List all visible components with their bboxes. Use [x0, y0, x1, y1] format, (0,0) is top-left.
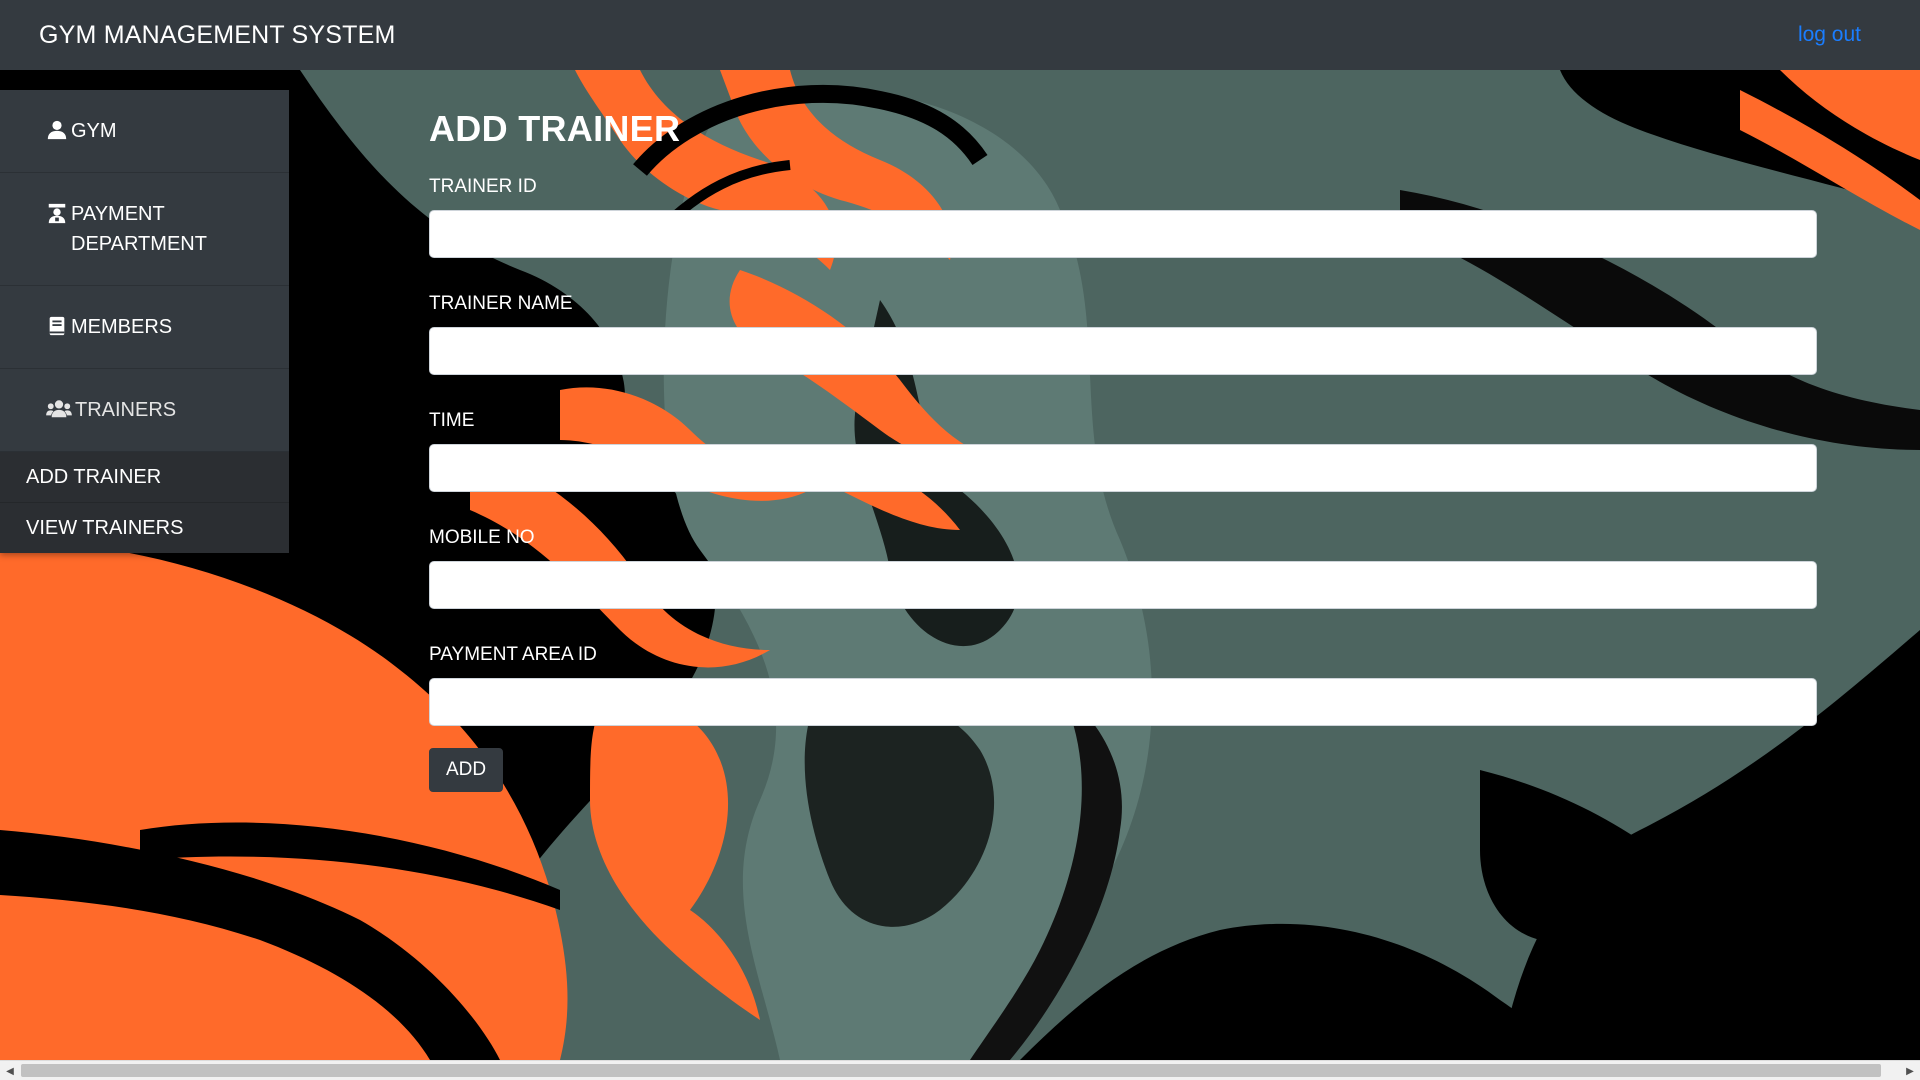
sidebar: GYM PAYMENT DEPARTMENT MEMBERS TRAINERS …	[0, 90, 289, 553]
logout-link[interactable]: log out	[1798, 23, 1861, 47]
sidebar-item-payment-department[interactable]: PAYMENT DEPARTMENT	[0, 173, 289, 286]
scroll-left-arrow-icon[interactable]: ◀	[0, 1061, 20, 1080]
payment-area-id-input[interactable]	[429, 678, 1817, 726]
mobile-no-input[interactable]	[429, 561, 1817, 609]
time-label: TIME	[429, 410, 475, 431]
add-button[interactable]: ADD	[429, 748, 504, 792]
app-title[interactable]: GYM MANAGEMENT SYSTEM	[39, 21, 396, 50]
sidebar-item-label: PAYMENT DEPARTMENT	[71, 203, 207, 255]
cashier-icon	[48, 203, 66, 224]
sidebar-item-label: GYM	[71, 120, 117, 142]
submenu-view-trainers[interactable]: VIEW TRAINERS	[0, 502, 289, 553]
book-icon	[49, 316, 65, 336]
horizontal-scrollbar[interactable]: ◀ ▶	[0, 1060, 1920, 1080]
sidebar-item-label: MEMBERS	[71, 316, 173, 338]
page-title: ADD TRAINER	[429, 108, 681, 149]
sidebar-item-label: TRAINERS	[75, 399, 177, 421]
add-trainer-form: ADD TRAINER TRAINER ID TRAINER NAME TIME…	[429, 108, 1817, 792]
users-icon	[46, 400, 72, 418]
page: GYM MANAGEMENT SYSTEM log out GYM PAYMEN…	[0, 0, 1920, 1080]
sidebar-item-gym[interactable]: GYM	[0, 90, 289, 173]
trainer-id-input[interactable]	[429, 210, 1817, 258]
trainer-name-label: TRAINER NAME	[429, 293, 573, 314]
top-navbar: GYM MANAGEMENT SYSTEM log out	[0, 0, 1920, 70]
payment-area-id-label: PAYMENT AREA ID	[429, 644, 597, 665]
scroll-right-arrow-icon[interactable]: ▶	[1900, 1061, 1920, 1080]
sidebar-item-members[interactable]: MEMBERS	[0, 286, 289, 369]
trainers-submenu: ADD TRAINER VIEW TRAINERS	[0, 452, 289, 553]
mobile-no-label: MOBILE NO	[429, 527, 535, 548]
trainer-name-input[interactable]	[429, 327, 1817, 375]
time-input[interactable]	[429, 444, 1817, 492]
user-icon	[47, 120, 67, 140]
scrollbar-thumb[interactable]	[21, 1064, 1881, 1077]
trainer-id-label: TRAINER ID	[429, 176, 537, 197]
submenu-add-trainer[interactable]: ADD TRAINER	[0, 452, 289, 502]
sidebar-item-trainers[interactable]: TRAINERS	[0, 369, 289, 452]
